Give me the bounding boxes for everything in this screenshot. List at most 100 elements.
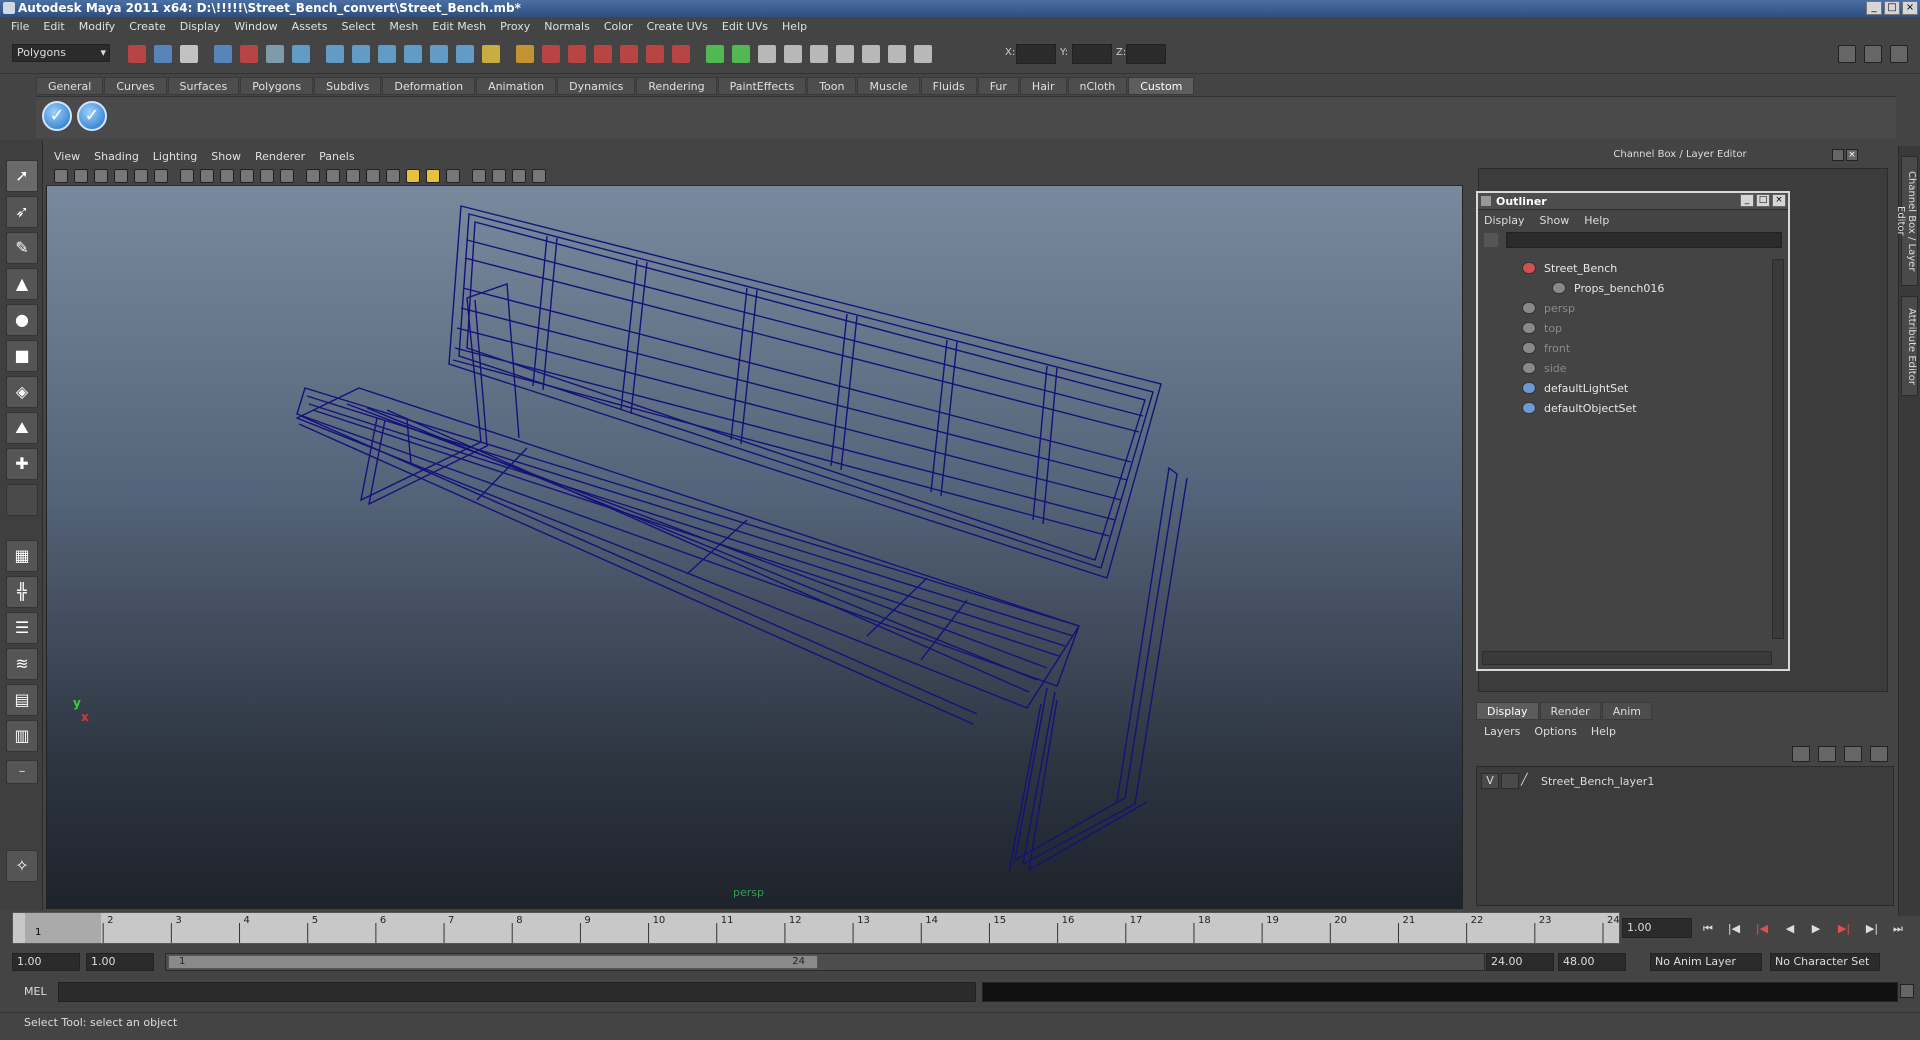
minimize-button[interactable]: _ [1866, 1, 1882, 15]
select-hierarchy-icon[interactable] [214, 45, 232, 63]
outliner-persp-layout-icon[interactable]: ☰ [6, 612, 38, 644]
flat-shade-icon[interactable] [346, 169, 360, 183]
layer-menu-help[interactable]: Help [1591, 725, 1616, 738]
step-back-key-icon[interactable]: |◀ [1752, 920, 1772, 938]
menu-edit-uvs[interactable]: Edit UVs [715, 20, 775, 33]
viewport-menu-show[interactable]: Show [211, 150, 241, 163]
menu-select[interactable]: Select [334, 20, 382, 33]
layout-more-icon[interactable]: ‒ [6, 760, 38, 784]
snap-plane-icon[interactable] [378, 45, 396, 63]
outliner-item-top[interactable]: top [1522, 319, 1562, 337]
graph-persp-layout-icon[interactable]: ≋ [6, 648, 38, 680]
outliner-horizontal-scrollbar[interactable] [1482, 651, 1772, 665]
tool-settings-toggle-icon[interactable] [1864, 45, 1882, 63]
layer-type-toggle[interactable] [1501, 773, 1519, 789]
menu-help[interactable]: Help [775, 20, 814, 33]
wireframe-icon[interactable] [306, 169, 320, 183]
grid-icon[interactable] [154, 169, 168, 183]
output-icon[interactable] [594, 45, 612, 63]
select-object-icon[interactable] [240, 45, 258, 63]
single-pane-layout-icon[interactable]: ▦ [6, 540, 38, 572]
outliner-item-props-bench016[interactable]: Props_bench016 [1552, 279, 1664, 297]
range-slider-thumb[interactable]: 1 24 [168, 955, 818, 969]
play-backwards-icon[interactable]: ◀ [1780, 920, 1800, 938]
field-chart-icon[interactable] [240, 169, 254, 183]
outliner-minimize-button[interactable]: _ [1740, 194, 1754, 207]
shelf-tab-dynamics[interactable]: Dynamics [557, 77, 636, 95]
render-icon[interactable] [646, 45, 664, 63]
attribute-editor-toggle-icon[interactable] [1890, 45, 1908, 63]
input-icon[interactable] [568, 45, 586, 63]
camera-attributes-icon[interactable] [74, 169, 88, 183]
menu-set-selector[interactable]: Polygons [12, 44, 110, 62]
xray-icon[interactable] [492, 169, 506, 183]
outliner-item-defaultlightset[interactable]: defaultLightSet [1522, 379, 1628, 397]
menu-assets[interactable]: Assets [285, 20, 335, 33]
shelf-tab-subdivs[interactable]: Subdivs [314, 77, 382, 95]
shelf-tab-rendering[interactable]: Rendering [636, 77, 717, 95]
time-slider[interactable]: 123456789101112131415161718192021222324 … [12, 912, 1620, 944]
help-icon[interactable] [456, 45, 474, 63]
outliner-item-defaultobjectset[interactable]: defaultObjectSet [1522, 399, 1637, 417]
resolution-gate-icon[interactable] [200, 169, 214, 183]
tab-attribute-editor[interactable]: Attribute Editor [1901, 296, 1918, 396]
anim-end-field[interactable]: 48.00 [1558, 953, 1626, 971]
go-to-start-icon[interactable]: ⏮ [1698, 920, 1718, 938]
perspective-viewport[interactable]: y x persp [46, 147, 1463, 909]
output-ops-icon[interactable] [914, 45, 932, 63]
bookmark-icon[interactable] [94, 169, 108, 183]
shelf-check-icon-2[interactable]: ✓ [77, 101, 107, 131]
soft-mod-icon[interactable]: ⛰ [6, 412, 38, 444]
rotate-tool-icon[interactable]: ● [6, 304, 38, 336]
snap-point-icon[interactable] [352, 45, 370, 63]
safe-title-icon[interactable] [280, 169, 294, 183]
tab-channel-box[interactable]: Channel Box / Layer Editor [1895, 156, 1918, 286]
menu-color[interactable]: Color [597, 20, 640, 33]
shelf-tab-polygons[interactable]: Polygons [240, 77, 314, 95]
image-plane-icon[interactable] [114, 169, 128, 183]
command-input[interactable] [58, 982, 976, 1002]
anim-layer-dropdown[interactable]: No Anim Layer [1650, 953, 1762, 971]
joint-xray-icon[interactable] [512, 169, 526, 183]
outliner-vertical-scrollbar[interactable] [1772, 259, 1784, 639]
x-input[interactable] [1016, 44, 1056, 64]
menu-edit-mesh[interactable]: Edit Mesh [425, 20, 493, 33]
shelf-tab-fur[interactable]: Fur [977, 77, 1019, 95]
close-button[interactable]: × [1902, 1, 1918, 15]
shelf-tab-painteffects[interactable]: PaintEffects [717, 77, 807, 95]
hypershade-layout-icon[interactable]: ▤ [6, 684, 38, 716]
menu-file[interactable]: File [4, 20, 36, 33]
filter-icon[interactable] [1484, 233, 1498, 247]
outliner-menu-display[interactable]: Display [1484, 214, 1525, 227]
menu-create-uvs[interactable]: Create UVs [640, 20, 715, 33]
layer-visibility-toggle[interactable]: V [1481, 773, 1499, 789]
maximize-button[interactable]: □ [1884, 1, 1900, 15]
outliner-item-front[interactable]: front [1522, 339, 1570, 357]
create-empty-layer-icon[interactable] [1844, 746, 1862, 762]
highlight-icon[interactable] [516, 45, 534, 63]
hypershade-icon[interactable] [732, 45, 750, 63]
snap-live-icon[interactable] [430, 45, 448, 63]
bounding-box-icon[interactable] [366, 169, 380, 183]
shelf-tab-deformation[interactable]: Deformation [382, 77, 476, 95]
playback-start-field[interactable]: 1.00 [86, 953, 154, 971]
default-light-icon[interactable] [406, 169, 420, 183]
play-forwards-icon[interactable]: ▶ [1806, 920, 1826, 938]
outliner-menu-show[interactable]: Show [1540, 214, 1570, 227]
shelf-tab-toon[interactable]: Toon [807, 77, 857, 95]
anim-start-field[interactable]: 1.00 [12, 953, 80, 971]
render-settings-icon[interactable] [706, 45, 724, 63]
menu-proxy[interactable]: Proxy [493, 20, 537, 33]
outliner-titlebar[interactable]: Outliner _ □ × [1478, 193, 1788, 210]
step-forward-key-icon[interactable]: ▶| [1834, 920, 1854, 938]
playback-end-field[interactable]: 24.00 [1486, 953, 1554, 971]
shelf-tab-surfaces[interactable]: Surfaces [167, 77, 240, 95]
layer-menu-layers[interactable]: Layers [1484, 725, 1520, 738]
safe-action-icon[interactable] [260, 169, 274, 183]
show-manip-icon[interactable]: ✚ [6, 448, 38, 480]
range-slider[interactable]: 1 24 [165, 953, 1485, 971]
shelf-check-icon-1[interactable]: ✓ [42, 101, 72, 131]
camera-icon[interactable] [784, 45, 802, 63]
four-pane-layout-icon[interactable]: ╬ [6, 576, 38, 608]
construction-history-icon[interactable] [620, 45, 638, 63]
